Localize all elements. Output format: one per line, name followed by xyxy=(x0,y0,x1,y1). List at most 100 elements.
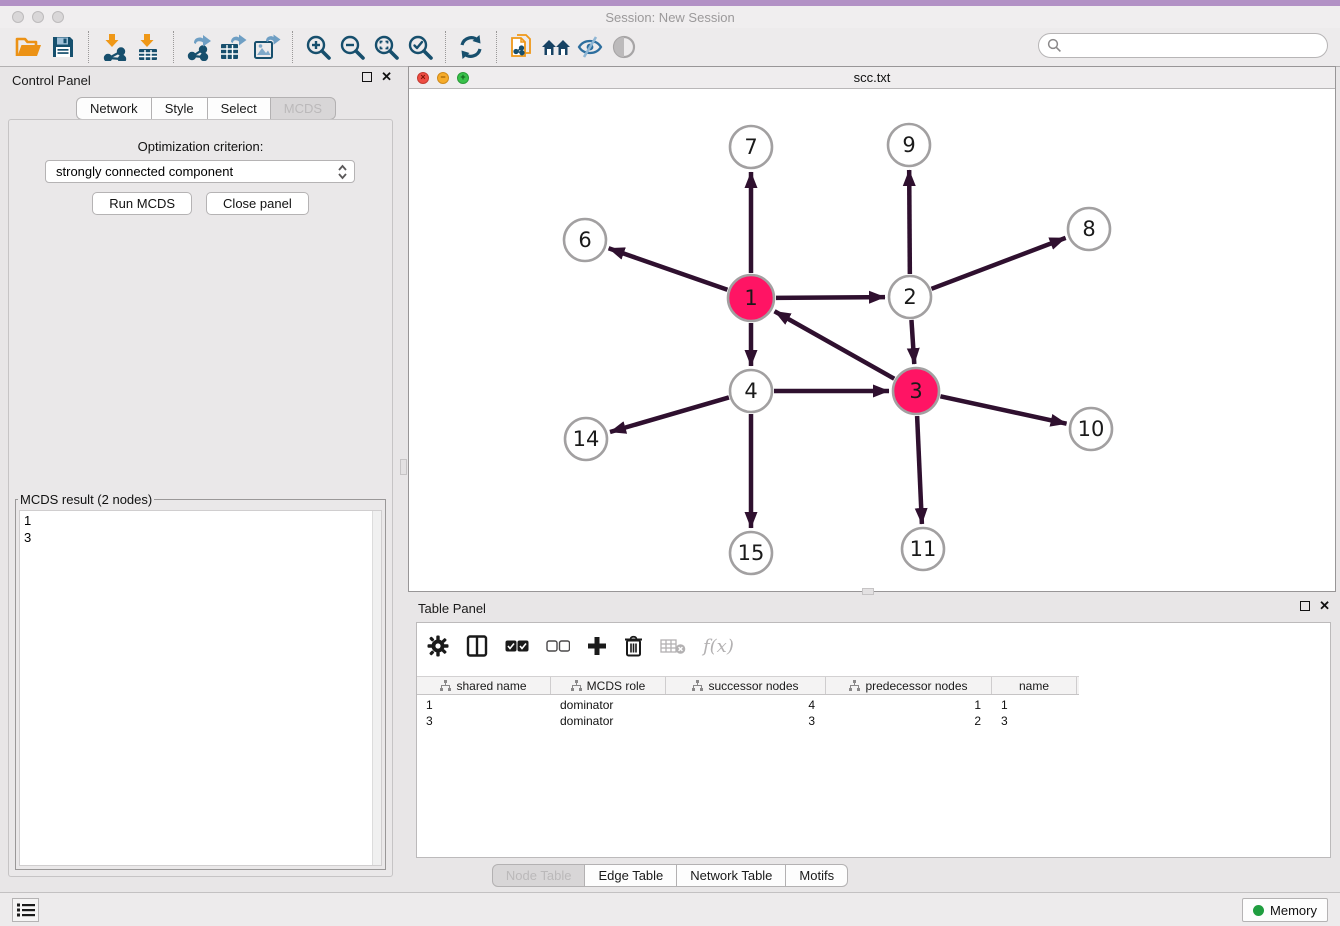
table-panel-header: Table Panel ✕ xyxy=(408,596,1340,620)
node-table-panel: f(x) shared name MCDS role successor nod… xyxy=(416,622,1331,858)
function-builder-icon: f(x) xyxy=(703,636,734,657)
tab-motifs[interactable]: Motifs xyxy=(785,864,848,887)
delete-column-trash-icon[interactable] xyxy=(624,635,643,657)
column-header-name[interactable]: name xyxy=(992,677,1077,694)
criterion-value: strongly connected component xyxy=(56,164,233,179)
graph-edge-4-14[interactable] xyxy=(610,397,729,432)
graph-node-label-8: 8 xyxy=(1082,217,1095,241)
column-layout-icon[interactable] xyxy=(466,635,488,657)
export-table-icon[interactable] xyxy=(216,30,250,64)
graph-edge-2-3[interactable] xyxy=(911,320,914,364)
table-settings-gear-icon[interactable] xyxy=(427,635,449,657)
list-icon xyxy=(17,903,35,917)
table-header-row: shared name MCDS role successor nodes pr… xyxy=(417,676,1079,695)
control-panel-title: Control Panel xyxy=(12,73,91,88)
control-panel-tabs: Network Style Select MCDS xyxy=(76,97,336,120)
app-title: Session: New Session xyxy=(0,10,1340,25)
table-row[interactable]: 1 dominator 4 1 1 xyxy=(417,697,1077,713)
graph-node-label-11: 11 xyxy=(910,537,937,561)
column-type-icon xyxy=(571,680,582,691)
tab-mcds[interactable]: MCDS xyxy=(270,97,336,120)
graph-edge-3-1[interactable] xyxy=(775,311,895,378)
graph-node-label-9: 9 xyxy=(902,133,915,157)
column-type-icon xyxy=(692,680,703,691)
select-all-icon[interactable] xyxy=(505,640,529,653)
open-folder-icon[interactable] xyxy=(12,30,46,64)
app-titlebar: Session: New Session xyxy=(0,6,1340,28)
graph-node-label-7: 7 xyxy=(744,135,757,159)
export-network-icon[interactable] xyxy=(182,30,216,64)
graph-edge-2-9[interactable] xyxy=(909,170,910,274)
graph-edge-2-8[interactable] xyxy=(932,238,1066,289)
graph-node-label-10: 10 xyxy=(1078,417,1105,441)
criterion-select[interactable]: strongly connected component xyxy=(45,160,355,183)
column-header-mcds-role[interactable]: MCDS role xyxy=(551,677,666,694)
deselect-all-icon[interactable] xyxy=(546,640,570,653)
zoom-in-icon[interactable] xyxy=(301,30,335,64)
toolbar-separator xyxy=(88,31,89,63)
tab-network-table[interactable]: Network Table xyxy=(676,864,786,887)
toolbar-separator xyxy=(292,31,293,63)
table-panel-title: Table Panel xyxy=(418,601,486,616)
network-window-title: scc.txt xyxy=(409,70,1335,85)
table-toolbar: f(x) xyxy=(417,623,1330,669)
vertical-splitter-grip[interactable] xyxy=(400,459,407,475)
column-header-successor-nodes[interactable]: successor nodes xyxy=(666,677,826,694)
mcds-result-textarea[interactable]: 1 3 xyxy=(19,510,382,866)
network-graph[interactable]: 7968124314101511 xyxy=(409,89,1335,591)
save-icon[interactable] xyxy=(46,30,80,64)
mcds-result-title: MCDS result (2 nodes) xyxy=(18,492,154,507)
tab-edge-table[interactable]: Edge Table xyxy=(584,864,677,887)
refresh-icon[interactable] xyxy=(454,30,488,64)
tab-network[interactable]: Network xyxy=(76,97,152,120)
import-network-icon[interactable] xyxy=(97,30,131,64)
column-header-predecessor-nodes[interactable]: predecessor nodes xyxy=(826,677,992,694)
delete-table-icon xyxy=(660,637,686,655)
table-panel-tabs: Node Table Edge Table Network Table Moti… xyxy=(0,864,1340,887)
zoom-out-icon[interactable] xyxy=(335,30,369,64)
tab-node-table[interactable]: Node Table xyxy=(492,864,586,887)
memory-button[interactable]: Memory xyxy=(1242,898,1328,922)
zoom-selected-icon[interactable] xyxy=(403,30,437,64)
network-window-titlebar: × − + scc.txt xyxy=(409,67,1335,89)
graph-node-label-4: 4 xyxy=(744,379,757,403)
graph-edge-1-2[interactable] xyxy=(776,297,885,298)
hide-selected-icon[interactable] xyxy=(573,30,607,64)
close-panel-icon[interactable]: ✕ xyxy=(381,72,392,82)
status-bar: Memory xyxy=(0,892,1340,926)
graph-edge-3-11[interactable] xyxy=(917,416,922,524)
search-input[interactable] xyxy=(1038,33,1328,58)
graph-edge-3-10[interactable] xyxy=(940,396,1066,423)
graph-node-label-2: 2 xyxy=(903,285,916,309)
close-table-panel-icon[interactable]: ✕ xyxy=(1319,601,1330,611)
run-mcds-button[interactable]: Run MCDS xyxy=(92,192,192,215)
home-networks-icon[interactable] xyxy=(539,30,573,64)
toolbar-separator xyxy=(445,31,446,63)
toolbar-separator xyxy=(173,31,174,63)
zoom-fit-icon[interactable] xyxy=(369,30,403,64)
column-header-shared-name[interactable]: shared name xyxy=(417,677,551,694)
memory-label: Memory xyxy=(1270,903,1317,918)
horizontal-splitter-grip[interactable] xyxy=(862,588,874,595)
export-image-icon[interactable] xyxy=(250,30,284,64)
float-panel-icon[interactable] xyxy=(362,72,372,82)
tab-select[interactable]: Select xyxy=(207,97,271,120)
task-history-button[interactable] xyxy=(12,898,39,922)
duplicate-network-icon[interactable] xyxy=(505,30,539,64)
column-type-icon xyxy=(440,680,451,691)
select-stepper-icon xyxy=(337,164,348,183)
float-table-panel-icon[interactable] xyxy=(1300,601,1310,611)
import-table-icon[interactable] xyxy=(131,30,165,64)
search-icon xyxy=(1047,38,1062,53)
graph-node-label-15: 15 xyxy=(738,541,765,565)
show-eye-icon[interactable] xyxy=(607,30,641,64)
close-panel-button[interactable]: Close panel xyxy=(206,192,309,215)
result-scrollbar[interactable] xyxy=(372,511,381,865)
graph-edge-1-6[interactable] xyxy=(609,248,728,290)
graph-node-label-1: 1 xyxy=(744,286,757,310)
mcds-result-fieldset: MCDS result (2 nodes) 1 3 xyxy=(15,492,386,870)
tab-style[interactable]: Style xyxy=(151,97,208,120)
add-column-icon[interactable] xyxy=(587,636,607,656)
control-panel-header: Control Panel ✕ xyxy=(0,67,402,93)
table-row[interactable]: 3 dominator 3 2 3 xyxy=(417,713,1077,729)
